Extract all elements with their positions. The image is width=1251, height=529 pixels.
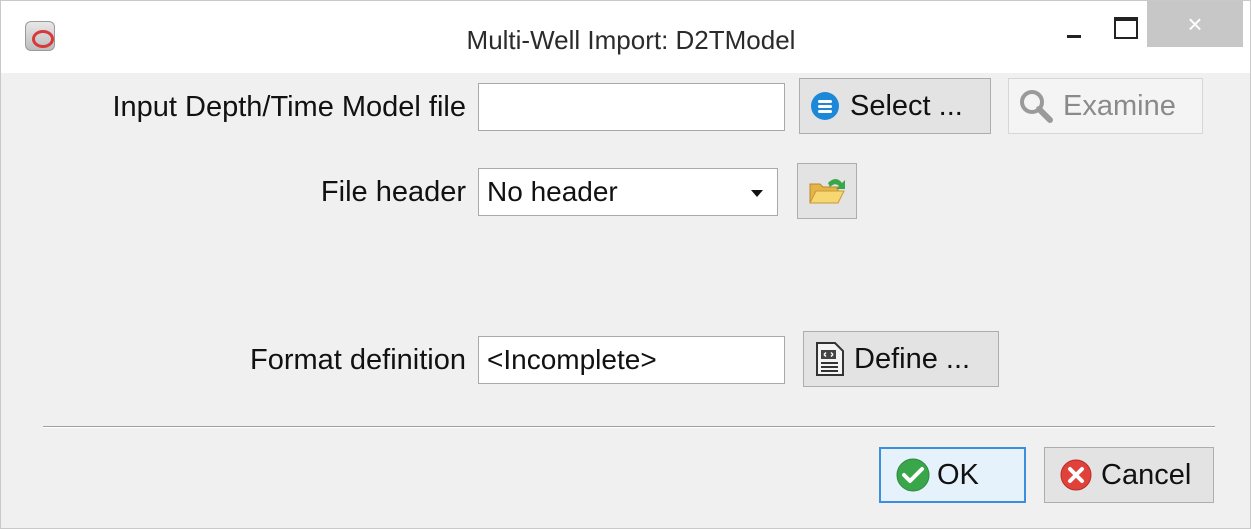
select-button[interactable]: Select ...	[799, 78, 991, 134]
examine-button[interactable]: Examine	[1008, 78, 1203, 134]
header-open-button[interactable]	[797, 163, 857, 219]
ok-button-label: OK	[937, 458, 979, 491]
file-header-label: File header	[320, 176, 466, 208]
define-button-label: Define ...	[854, 342, 971, 375]
file-header-value: No header	[487, 176, 618, 207]
import-dialog: Multi-Well Import: D2TModel × Input Dept…	[0, 0, 1251, 529]
define-button[interactable]: Define ...	[803, 331, 999, 387]
check-circle-icon	[896, 458, 930, 492]
magnifier-icon	[1020, 90, 1053, 123]
format-definition-label: Format definition	[250, 344, 466, 376]
ok-button[interactable]: OK	[879, 447, 1026, 503]
input-file-field[interactable]	[478, 83, 785, 131]
divider	[43, 426, 1215, 428]
x-circle-icon	[1060, 459, 1092, 491]
cancel-button-label: Cancel	[1101, 458, 1192, 491]
list-circle-icon	[811, 92, 839, 120]
cancel-button[interactable]: Cancel	[1044, 447, 1214, 503]
input-file-label: Input Depth/Time Model file	[112, 91, 466, 123]
maximize-button[interactable]	[1101, 1, 1147, 47]
examine-button-label: Examine	[1063, 89, 1176, 122]
format-definition-field[interactable]	[478, 336, 785, 384]
close-button[interactable]: ×	[1147, 1, 1243, 47]
folder-open-icon	[809, 179, 845, 204]
document-code-icon	[816, 342, 844, 376]
file-header-dropdown[interactable]: No header	[478, 168, 778, 216]
chevron-down-icon	[751, 190, 763, 197]
title-bar[interactable]: Multi-Well Import: D2TModel ×	[1, 1, 1250, 73]
select-button-label: Select ...	[850, 89, 963, 122]
minimize-button[interactable]	[1043, 1, 1105, 47]
